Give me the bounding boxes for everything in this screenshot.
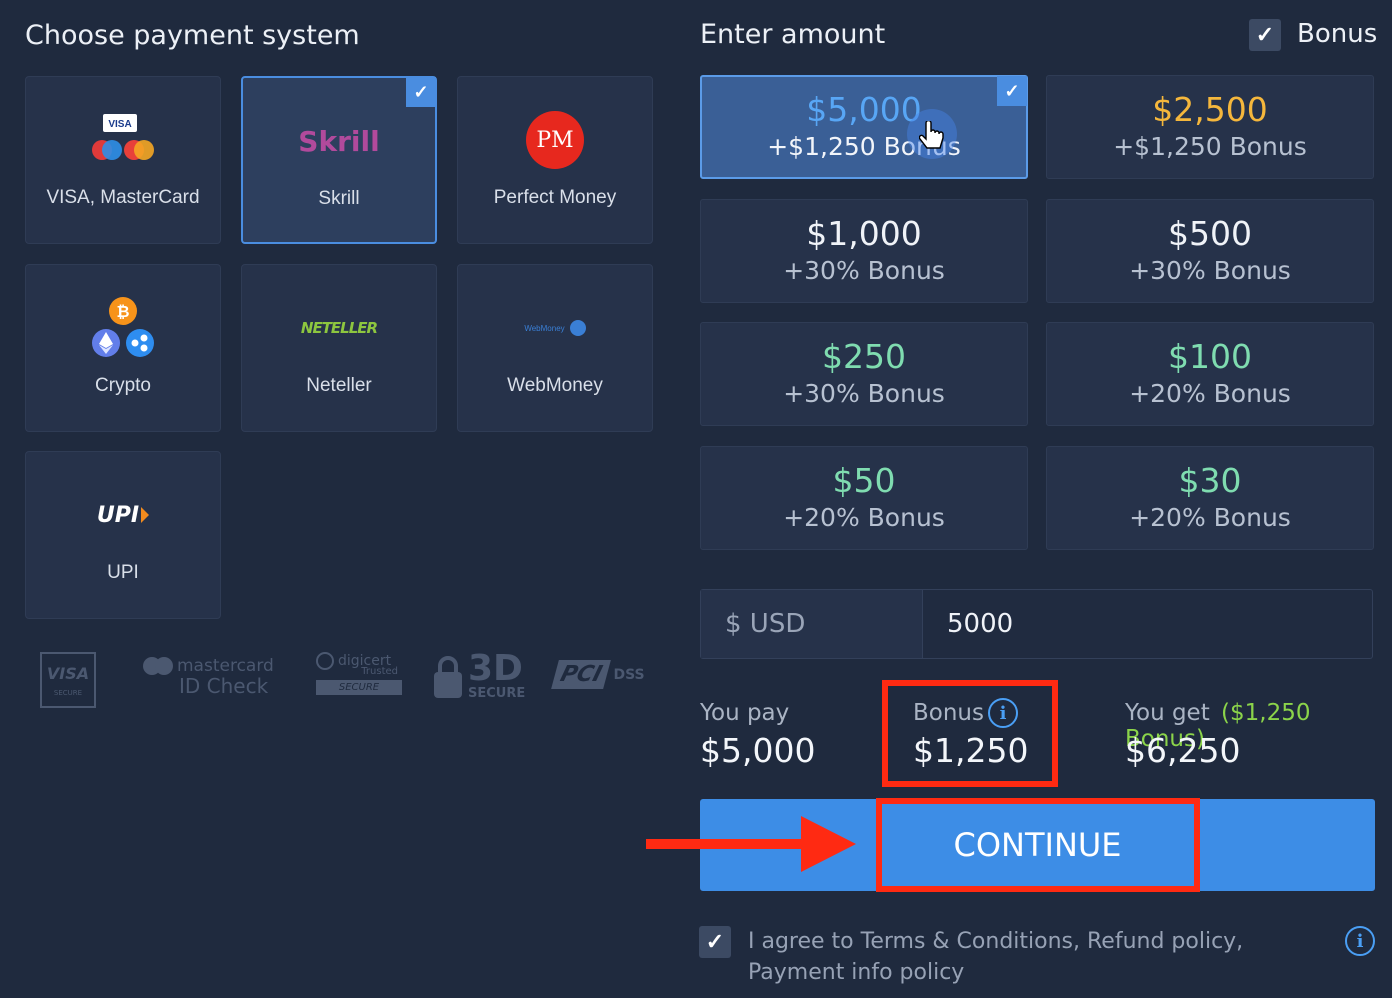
payment-method-skrill[interactable]: ✓ Skrill Skrill bbox=[241, 76, 437, 244]
crypto-logo-icon: ₿ bbox=[26, 285, 220, 371]
svg-text:VISA: VISA bbox=[108, 119, 131, 130]
payment-method-visa-mastercard[interactable]: VISA VISA, MasterCard bbox=[25, 76, 221, 244]
neteller-logo-icon: NETELLER bbox=[300, 319, 378, 337]
webmoney-logo-icon: WebMoney bbox=[458, 285, 652, 371]
amount-bonus: +30% Bonus bbox=[783, 379, 945, 408]
payment-method-label: UPI bbox=[107, 562, 139, 583]
amount-bonus: +20% Bonus bbox=[1129, 379, 1291, 408]
amount-option-1000[interactable]: $1,000 +30% Bonus bbox=[700, 199, 1028, 303]
amount-value: $250 bbox=[822, 337, 906, 376]
you-pay-label: You pay bbox=[700, 700, 790, 726]
amount-option-250[interactable]: $250 +30% Bonus bbox=[700, 322, 1028, 426]
amount-value: $1,000 bbox=[806, 214, 922, 253]
payment-method-label: VISA, MasterCard bbox=[46, 187, 200, 208]
terms-checkbox[interactable]: ✓ bbox=[699, 926, 731, 958]
amount-input-group: $ USD bbox=[700, 589, 1373, 659]
3d-secure-seal-icon: 3D SECURE bbox=[432, 651, 525, 701]
mastercard-id-check-seal-icon: mastercard ID Check bbox=[143, 656, 274, 698]
amount-value: $100 bbox=[1168, 337, 1252, 376]
payment-method-label: Skrill bbox=[318, 188, 360, 209]
payment-method-label: Neteller bbox=[306, 375, 372, 396]
amount-option-5000[interactable]: ✓ $5,000 +$1,250 Bonus bbox=[700, 75, 1028, 179]
amount-option-500[interactable]: $500 +30% Bonus bbox=[1046, 199, 1374, 303]
amount-bonus: +30% Bonus bbox=[1129, 256, 1291, 285]
currency-label: $ USD bbox=[701, 590, 923, 658]
selected-check-icon: ✓ bbox=[406, 77, 436, 107]
amount-value: $30 bbox=[1178, 461, 1242, 500]
amount-bonus: +20% Bonus bbox=[783, 503, 945, 532]
payment-method-perfect-money[interactable]: PM Perfect Money bbox=[457, 76, 653, 244]
you-get-value: $6,250 bbox=[1125, 731, 1241, 770]
amount-value: $50 bbox=[832, 461, 896, 500]
skrill-logo-icon: Skrill bbox=[298, 124, 380, 158]
amount-bonus: +$1,250 Bonus bbox=[1113, 132, 1307, 161]
continue-highlight-box bbox=[876, 798, 1200, 892]
pci-dss-seal-icon: PCI DSS bbox=[551, 660, 645, 689]
amount-bonus: +20% Bonus bbox=[1129, 503, 1291, 532]
bonus-toggle-label: Bonus bbox=[1297, 19, 1378, 49]
you-pay-value: $5,000 bbox=[700, 731, 816, 770]
payment-method-crypto[interactable]: ₿ Crypto bbox=[25, 264, 221, 432]
amount-value: $5,000 bbox=[806, 90, 922, 129]
hand-cursor-icon bbox=[907, 109, 957, 159]
bonus-checkbox[interactable]: ✓ bbox=[1249, 19, 1281, 51]
amount-option-50[interactable]: $50 +20% Bonus bbox=[700, 446, 1028, 550]
payment-method-label: Crypto bbox=[95, 375, 151, 396]
payment-method-webmoney[interactable]: WebMoney WebMoney bbox=[457, 264, 653, 432]
payment-section-title: Choose payment system bbox=[25, 20, 360, 51]
payment-method-label: WebMoney bbox=[507, 375, 603, 396]
amount-section-title: Enter amount bbox=[700, 19, 886, 50]
amount-value: $2,500 bbox=[1152, 90, 1268, 129]
payment-method-upi[interactable]: UPI UPI bbox=[25, 451, 221, 619]
selected-check-icon: ✓ bbox=[997, 76, 1027, 106]
visa-mastercard-logo-icon: VISA bbox=[26, 97, 220, 183]
payment-method-neteller[interactable]: NETELLER Neteller bbox=[241, 264, 437, 432]
terms-info-icon[interactable]: i bbox=[1345, 926, 1375, 956]
payment-method-label: Perfect Money bbox=[493, 187, 617, 208]
pointer-arrow-icon bbox=[646, 816, 856, 877]
amount-option-30[interactable]: $30 +20% Bonus bbox=[1046, 446, 1374, 550]
svg-text:₿: ₿ bbox=[116, 302, 129, 321]
amount-option-100[interactable]: $100 +20% Bonus bbox=[1046, 322, 1374, 426]
bonus-highlight-box bbox=[882, 680, 1058, 787]
visa-secure-seal-icon: VISA SECURE bbox=[40, 652, 96, 708]
terms-text: I agree to Terms & Conditions, Refund po… bbox=[748, 929, 1244, 985]
perfect-money-logo-icon: PM bbox=[458, 97, 652, 183]
amount-option-2500[interactable]: $2,500 +$1,250 Bonus bbox=[1046, 75, 1374, 179]
digicert-seal-icon: digicert Trusted SECURE bbox=[316, 652, 402, 695]
upi-logo-icon: UPI bbox=[26, 472, 220, 558]
amount-value: $500 bbox=[1168, 214, 1252, 253]
amount-input[interactable] bbox=[925, 590, 1371, 658]
amount-bonus: +30% Bonus bbox=[783, 256, 945, 285]
